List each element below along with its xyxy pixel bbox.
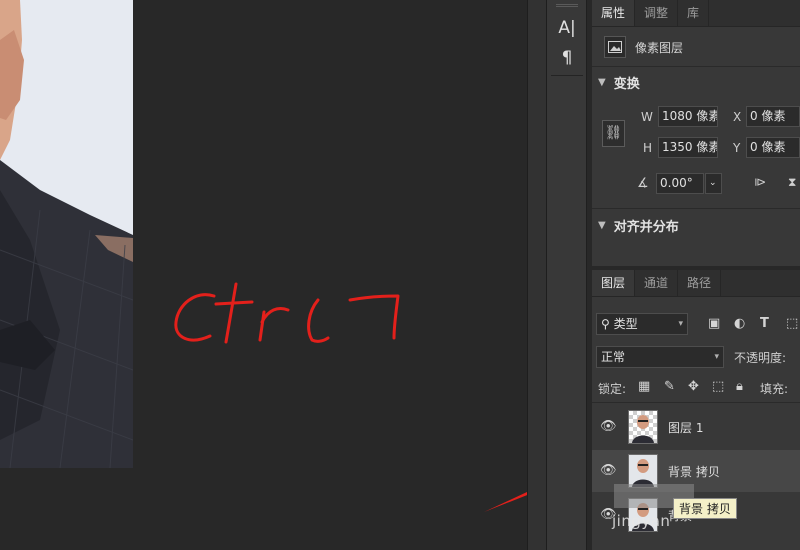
chevron-down-icon: ▼ [598, 76, 606, 88]
lock-position-icon[interactable]: ✥ [688, 379, 699, 394]
properties-tabs: 属性 调整 库 [592, 0, 800, 27]
flip-horizontal-icon[interactable]: ⧐ [754, 175, 766, 189]
angle-icon: ∡ [637, 176, 649, 191]
x-label: X [733, 110, 742, 124]
opacity-label: 不透明度: [734, 351, 787, 365]
shape-filter-icon[interactable]: ⬚ [786, 316, 798, 331]
properties-panel: 属性 调整 库 像素图层 ▼ 变换 ⛓ W 1080 像素 X 0 像素 H 1… [592, 0, 800, 266]
flip-vertical-icon[interactable]: ⧗ [788, 175, 796, 190]
layer-tooltip: 背景 拷贝 [673, 498, 737, 519]
divider [592, 66, 800, 67]
search-icon: ⚲ [601, 317, 610, 331]
type-filter-icon[interactable]: T [760, 316, 769, 331]
tab-properties[interactable]: 属性 [592, 0, 636, 26]
character-panel-button[interactable]: A| [553, 16, 581, 40]
align-section-header[interactable]: ▼ 对齐并分布 [592, 211, 800, 239]
blend-mode-label: 正常 [601, 350, 626, 364]
layer-kind-label: 像素图层 [635, 40, 684, 55]
angle-input[interactable]: 0.00° [656, 173, 704, 194]
lock-all-icon[interactable]: 🔒︎ [736, 379, 743, 394]
layers-tabs: 图层 通道 路径 [592, 270, 800, 297]
lock-artboard-icon[interactable]: ⬚ [712, 379, 724, 394]
character-icon: A| [558, 18, 576, 38]
fill-label: 填充: [760, 382, 789, 396]
watermark: jingyan [612, 512, 671, 530]
layer-kind-row: 像素图层 [604, 36, 683, 58]
width-label: W [641, 110, 653, 124]
paragraph-icon: ¶ [561, 48, 573, 68]
link-proportions-button[interactable]: ⛓ [602, 120, 625, 147]
eye-icon[interactable]: 👁︎ [600, 419, 617, 434]
strip-grip[interactable] [556, 4, 578, 7]
layer-row[interactable]: 👁︎ 图层 1 [592, 406, 800, 448]
height-label: H [643, 141, 653, 155]
pixel-filter-icon[interactable]: ▣ [708, 316, 720, 331]
transform-title: 变换 [613, 76, 640, 92]
divider [592, 208, 800, 209]
x-input[interactable]: 0 像素 [746, 106, 800, 127]
filter-kind-label: 类型 [613, 317, 638, 331]
panel-gutter[interactable] [527, 0, 547, 550]
tab-paths[interactable]: 路径 [678, 270, 722, 296]
chevron-down-icon: ▾ [714, 352, 719, 362]
tab-adjustments[interactable]: 调整 [635, 0, 679, 26]
layer-filter-select[interactable]: ⚲ 类型 ▾ [596, 313, 688, 335]
tab-channels[interactable]: 通道 [635, 270, 679, 296]
chevron-down-icon: ⌄ [709, 178, 717, 188]
adjustment-filter-icon[interactable]: ◐ [734, 316, 745, 331]
transform-section-header[interactable]: ▼ 变换 [592, 68, 800, 96]
layer-name[interactable]: 背景 拷贝 [668, 463, 720, 480]
photoshop-workspace: A| ¶ 属性 调整 库 像素图层 ▼ 变换 ⛓ W 1080 像素 X 0 像… [0, 0, 800, 550]
panel-icon-strip: A| ¶ [547, 0, 587, 550]
align-title: 对齐并分布 [613, 219, 679, 235]
layer-name[interactable]: 图层 1 [668, 419, 703, 436]
height-input[interactable]: 1350 像素 [658, 137, 718, 158]
pixel-layer-icon [604, 36, 626, 58]
divider [592, 402, 800, 403]
lock-image-brush-icon[interactable]: ✎ [664, 379, 675, 394]
blend-mode-select[interactable]: 正常 ▾ [596, 346, 724, 368]
document-canvas[interactable] [0, 0, 527, 550]
strip-separator [551, 75, 583, 76]
layer-thumbnail [628, 410, 658, 444]
tab-libraries[interactable]: 库 [678, 0, 710, 26]
width-input[interactable]: 1080 像素 [658, 106, 718, 127]
y-input[interactable]: 0 像素 [746, 137, 800, 158]
paragraph-panel-button[interactable]: ¶ [553, 46, 581, 70]
lock-transparent-icon[interactable]: ▦ [638, 379, 650, 394]
tab-layers[interactable]: 图层 [592, 270, 636, 296]
y-label: Y [733, 141, 741, 155]
angle-dropdown[interactable]: ⌄ [705, 173, 722, 194]
lock-label: 锁定: [598, 382, 627, 396]
eye-icon[interactable]: 👁︎ [600, 463, 617, 478]
chain-link-icon: ⛓ [604, 125, 623, 141]
handwritten-annotation [174, 282, 527, 512]
chevron-down-icon: ▼ [598, 219, 606, 231]
chevron-down-icon: ▾ [678, 319, 683, 329]
layer-thumbnail [628, 454, 658, 488]
